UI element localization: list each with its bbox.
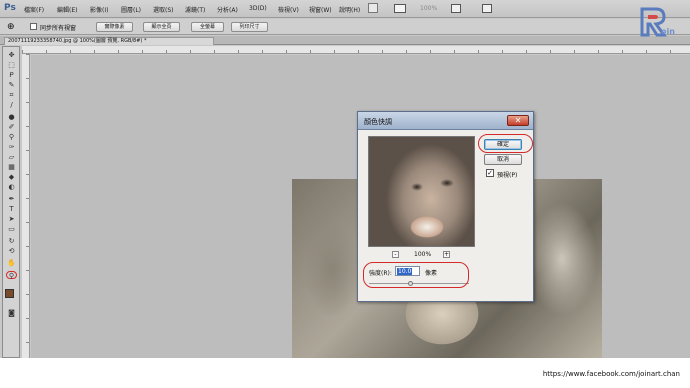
zoom-in-button[interactable]: + [443,251,450,258]
photoshop-logo: Ps [4,3,16,13]
eraser-tool-icon[interactable]: ▱ [6,153,17,161]
menu-help[interactable]: 說明(H) [339,5,360,14]
cancel-button[interactable]: 取消 [484,154,522,165]
preview-zoom-level: 100% [414,251,432,258]
crop-tool-icon[interactable]: ⌗ [6,91,17,99]
actual-pixels-button[interactable]: 實際像素 [96,22,133,32]
zoom-tool-icon[interactable]: ⊕ [7,22,15,32]
menu-edit[interactable]: 編輯(E) [57,5,77,14]
3d-rotate-tool-icon[interactable]: ↻ [6,237,17,245]
footer-url[interactable]: https://www.facebook.com/joinart.chan [543,370,680,378]
hand-tool-icon[interactable]: ✋ [6,259,17,267]
ruler-vertical [22,54,30,358]
menu-window[interactable]: 視窗(W) [309,5,332,14]
sync-windows-label: 同步所有視窗 [40,25,77,32]
document-tab-bar: 20071119233358740.jpg @ 100%(圖層 預覽, RGB/… [0,36,690,45]
marquee-tool-icon[interactable]: ⬚ [6,61,17,69]
ok-highlight [478,134,533,153]
zoom-level[interactable]: 100% [420,5,437,12]
healing-tool-icon[interactable]: ● [6,113,17,121]
menu-bar: Ps 檔案(F) 編輯(E) 影像(I) 圖層(L) 選取(S) 濾鏡(T) 分… [0,0,690,18]
print-size-button[interactable]: 列印尺寸 [231,22,268,32]
lasso-tool-icon[interactable]: ᑭ [6,71,17,79]
shape-tool-icon[interactable]: ▭ [6,225,17,233]
toolbox: ✥ ⬚ ᑭ ✎ ⌗ / ● ✐ ⚲ ✑ ▱ ▦ ◆ ◐ ✒ T ➤ ▭ ↻ ⟲ … [2,46,20,358]
logo-text: oin [661,27,675,36]
pen-tool-icon[interactable]: ✒ [6,195,17,203]
view-extras-icon[interactable] [394,4,406,13]
document-tab[interactable]: 20071119233358740.jpg @ 100%(圖層 預覽, RGB/… [4,37,214,45]
menu-image[interactable]: 影像(I) [90,5,108,14]
3d-camera-tool-icon[interactable]: ⟲ [6,247,17,255]
quick-select-tool-icon[interactable]: ✎ [6,81,17,89]
menu-3d[interactable]: 3D(D) [249,5,267,12]
options-bar: ⊕ 同步所有視窗 實際像素 顯示全頁 全螢幕 列印尺寸 [0,19,690,35]
preview-zoom-controls: - 100% + [392,251,450,259]
menu-view[interactable]: 檢視(V) [278,5,299,14]
menu-file[interactable]: 檔案(F) [24,5,44,14]
fit-screen-button[interactable]: 顯示全頁 [143,22,180,32]
joinart-logo: oin [638,5,684,41]
gradient-tool-icon[interactable]: ▦ [6,163,17,171]
dialog-title-bar[interactable]: 顏色快調 ✕ [358,112,533,130]
brush-tool-icon[interactable]: ✐ [6,123,17,131]
bridge-icon[interactable] [368,3,378,13]
sync-windows-checkbox[interactable] [30,23,37,30]
eyedropper-tool-icon[interactable]: / [6,101,17,109]
arrange-icon[interactable] [482,4,492,13]
footer: https://www.facebook.com/joinart.chan [0,358,690,388]
quick-mask-icon[interactable]: ◙ [6,309,17,317]
clone-tool-icon[interactable]: ⚲ [6,133,17,141]
path-select-tool-icon[interactable]: ➤ [6,215,17,223]
preview-label: 預視(P) [497,172,518,179]
hand-tool-icon[interactable] [451,4,461,13]
dialog-title: 顏色快調 [364,118,392,126]
dodge-tool-icon[interactable]: ◐ [6,183,17,191]
history-brush-tool-icon[interactable]: ✑ [6,143,17,151]
close-icon[interactable]: ✕ [507,115,529,126]
menu-filter[interactable]: 濾鏡(T) [185,5,205,14]
zoom-tool-icon[interactable]: ⚲ [6,271,17,280]
blur-tool-icon[interactable]: ◆ [6,173,17,181]
preview-checkbox[interactable]: ✓ [486,169,494,177]
menu-layer[interactable]: 圖層(L) [121,5,141,14]
menu-analysis[interactable]: 分析(A) [217,5,238,14]
fill-screen-button[interactable]: 全螢幕 [191,22,224,32]
ruler-horizontal [22,46,690,54]
move-tool-icon[interactable]: ✥ [6,51,17,59]
type-tool-icon[interactable]: T [6,205,17,213]
zoom-out-button[interactable]: - [392,251,399,258]
menu-select[interactable]: 選取(S) [153,5,174,14]
radius-highlight [363,262,469,288]
filter-preview[interactable] [368,136,475,247]
foreground-color-swatch[interactable] [5,289,14,298]
